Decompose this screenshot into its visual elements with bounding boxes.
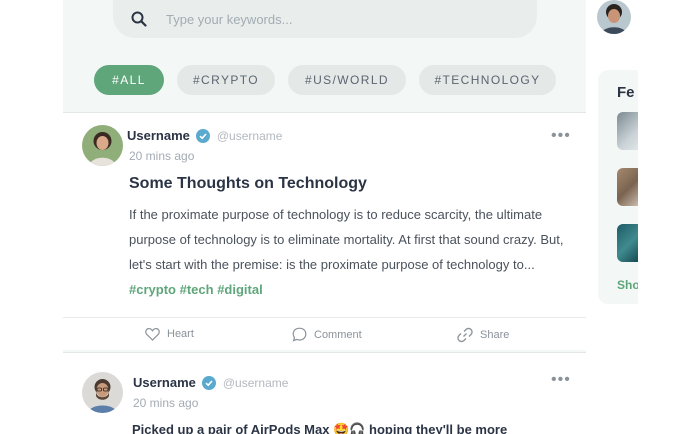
tag-technology[interactable]: #TECHNOLOGY [419,65,556,95]
comment-label: Comment [314,328,362,341]
hashtag-tech[interactable]: #tech [180,282,214,297]
post-card: Username @username 20 mins ago ••• Picke… [63,352,586,434]
current-user-avatar[interactable] [597,0,631,34]
share-link-icon [457,327,473,343]
search-bar[interactable]: Type your keywords... [113,0,537,38]
heart-button[interactable]: Heart [145,327,194,341]
verified-badge-icon [201,375,216,390]
post-timestamp: 20 mins ago [129,149,195,163]
share-button[interactable]: Share [457,327,509,343]
heart-label: Heart [167,328,194,340]
search-input[interactable]: Type your keywords... [166,12,292,27]
tag-filter-bar: #ALL #CRYPTO #US/WORLD #TECHNOLOGY [94,65,569,95]
search-icon[interactable] [130,10,148,28]
hashtag-crypto[interactable]: #crypto [129,282,176,297]
share-label: Share [480,329,510,341]
featured-sidebar: Fe Sho [598,70,638,304]
post-actions: Heart Comment Share [63,317,586,351]
comment-button[interactable]: Comment [292,327,362,342]
featured-thumbnail[interactable] [617,224,638,262]
more-dots-icon[interactable]: ••• [551,372,571,388]
post-handle[interactable]: @username [223,376,289,390]
heart-icon [145,327,160,341]
post-card: Username @username 20 mins ago ••• Some … [63,112,586,350]
post-body: Picked up a pair of AirPods Max 🤩🎧 hopin… [132,422,508,434]
post-username[interactable]: Username [133,375,196,390]
hashtag-digital[interactable]: #digital [217,282,263,297]
post-body-text: If the proximate purpose of technology i… [129,207,564,272]
post-username[interactable]: Username [127,128,190,143]
featured-thumbnail[interactable] [617,112,638,150]
tag-all[interactable]: #ALL [94,65,164,95]
tag-us-world[interactable]: #US/WORLD [288,65,406,95]
feed-column: Type your keywords... #ALL #CRYPTO #US/W… [63,0,586,434]
avatar[interactable] [82,125,123,166]
verified-badge-icon [195,128,210,143]
post-timestamp: 20 mins ago [133,396,199,410]
post-handle[interactable]: @username [217,129,283,143]
avatar[interactable] [82,372,123,413]
post-body: If the proximate purpose of technology i… [129,202,569,302]
show-more-link[interactable]: Sho [617,278,638,292]
comment-icon [292,327,307,342]
more-dots-icon[interactable]: ••• [551,128,571,144]
featured-heading: Fe [617,84,635,101]
post-title[interactable]: Some Thoughts on Technology [129,175,367,193]
featured-thumbnail[interactable] [617,168,638,206]
tag-crypto[interactable]: #CRYPTO [177,65,275,95]
